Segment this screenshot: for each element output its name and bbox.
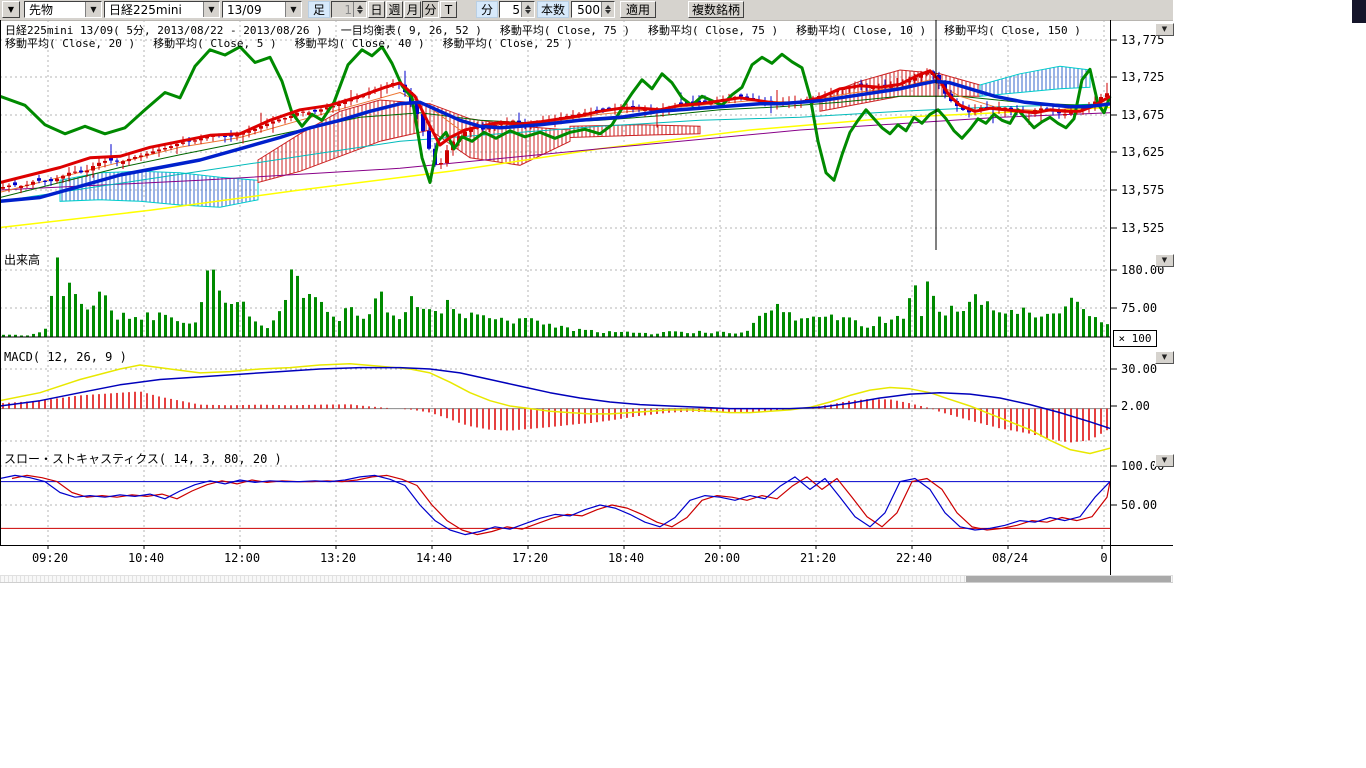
spinner-icon[interactable] [521,2,534,17]
multi-symbol-button[interactable]: 複数銘柄 [688,1,744,18]
thin-ma-lines [0,80,1110,228]
time-axis-label: 12:00 [222,551,262,565]
legend-item: 移動平均( Close, 10 ) [796,22,926,38]
chevron-down-icon: ▼ [285,2,301,17]
macd-panel-dropdown-button[interactable]: ▼ [1155,351,1174,364]
legend-item: 移動平均( Close, 150 ) [944,22,1081,38]
count-label: 本数 [537,1,569,18]
symbol-select[interactable]: 日経225mini ▼ [104,1,220,18]
stoch-axis-label: 50.00 [1121,498,1157,512]
legend-item: 移動平均( Close, 5 ) [153,35,276,51]
apply-button[interactable]: 適用 [620,1,656,18]
time-axis-label: 08/24 [990,551,1030,565]
volume-bars-layer [2,257,1109,337]
spinner-icon[interactable] [353,2,366,17]
app-window: ▼ 先物 ▼ 日経225mini ▼ 13/09 ▼ 足 1 分 5 本数 50… [0,0,1366,768]
chevron-down-icon: ▼ [85,2,101,17]
macd-axis-label: 2.00 [1121,399,1150,413]
legend-item: 移動平均( Close, 20 ) [5,35,135,51]
volume-scale-badge: × 100 [1113,330,1157,347]
macd-layer [0,364,1110,454]
bar-interval-spinner[interactable]: 1 [331,1,367,18]
market-select[interactable]: 先物 ▼ [24,1,102,18]
spinner-icon[interactable] [601,2,614,17]
period-button-日[interactable]: 日 [368,1,385,18]
count-spinner[interactable]: 500 [571,1,615,18]
time-axis-label: 13:20 [318,551,358,565]
symbol-select-value: 日経225mini [105,1,203,18]
contract-select-value: 13/09 [223,3,285,17]
time-axis-label: 09:20 [30,551,70,565]
minute-label: 分 [476,1,498,18]
price-axis-label: 13,575 [1121,183,1164,197]
minute-value: 5 [500,3,521,17]
horizontal-scrollbar[interactable] [0,575,1173,583]
price-axis-label: 13,725 [1121,70,1164,84]
period-button-週[interactable]: 週 [386,1,403,18]
chevron-down-icon: ▼ [203,2,219,17]
count-value: 500 [572,3,601,17]
legend-item: 移動平均( Close, 25 ) [443,35,573,51]
caret-down-icon: ▼ [1162,354,1167,361]
axis-frame [0,20,1173,575]
time-axis-label: 22:40 [894,551,934,565]
volume-panel-dropdown-button[interactable]: ▼ [1155,254,1174,267]
legend-item: 移動平均( Close, 75 ) [648,22,778,38]
stochastics-panel-label: スロー・ストキャスティクス( 14, 3, 80, 20 ) [4,450,282,467]
caret-down-icon: ▼ [8,5,14,14]
period-button-分[interactable]: 分 [422,1,439,18]
scrollbar-thumb[interactable] [966,576,1171,582]
time-axis-label: 14:40 [414,551,454,565]
price-panel-dropdown-button[interactable]: ▼ [1155,23,1174,36]
time-axis-label: 21:20 [798,551,838,565]
volume-panel-label: 出来高 [4,251,40,268]
legend-row-2: 移動平均( Close, 20 ) 移動平均( Close, 5 ) 移動平均( C… [5,35,573,51]
time-axis-label: 18:40 [606,551,646,565]
toolbar-caret-button[interactable]: ▼ [2,1,20,18]
legend-item: 移動平均( Close, 40 ) [295,35,425,51]
period-button-月[interactable]: 月 [404,1,421,18]
caret-down-icon: ▼ [1162,457,1167,464]
period-button-T[interactable]: T [440,1,457,18]
caret-down-icon: ▼ [1162,26,1167,33]
time-axis-label: 0 [1084,551,1124,565]
time-axis-label: 20:00 [702,551,742,565]
volume-axis-label: 75.00 [1121,301,1157,315]
bar-label: 足 [308,1,330,18]
bar-interval-value: 1 [332,3,353,17]
minute-spinner[interactable]: 5 [499,1,535,18]
price-axis-label: 13,625 [1121,145,1164,159]
time-axis-label: 17:20 [510,551,550,565]
chart-canvas [0,20,1366,580]
toolbar: ▼ 先物 ▼ 日経225mini ▼ 13/09 ▼ 足 1 分 5 本数 50… [0,0,1173,21]
time-axis-label: 10:40 [126,551,166,565]
price-axis-label: 13,675 [1121,108,1164,122]
macd-axis-label: 30.00 [1121,362,1157,376]
macd-panel-label: MACD( 12, 26, 9 ) [4,350,127,364]
contract-select[interactable]: 13/09 ▼ [222,1,302,18]
caret-down-icon: ▼ [1162,257,1167,264]
market-select-value: 先物 [25,1,85,18]
stoch-panel-dropdown-button[interactable]: ▼ [1155,454,1174,467]
price-axis-label: 13,525 [1121,221,1164,235]
